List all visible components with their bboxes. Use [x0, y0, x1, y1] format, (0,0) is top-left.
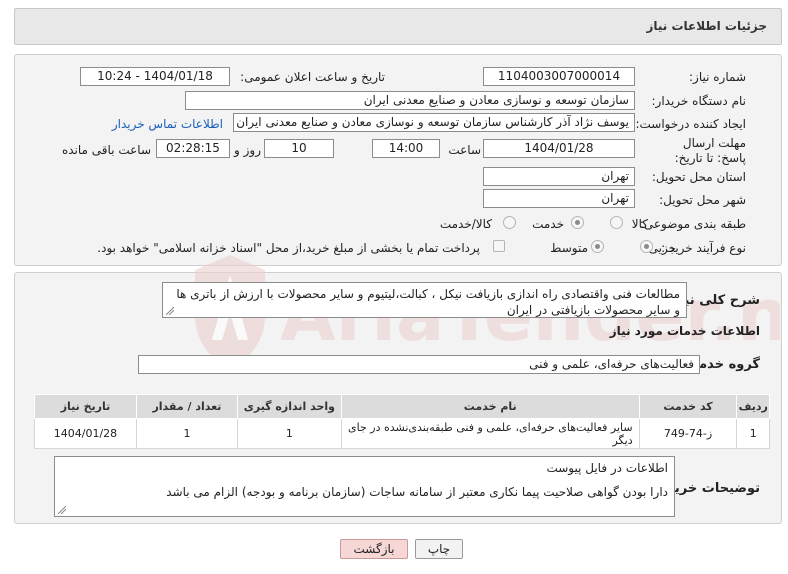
table-row: 1 ز-74-749 سایر فعالیت‌های حرفه‌ای، علمی… [34, 418, 770, 449]
resize-handle-icon[interactable] [166, 307, 174, 315]
province-label: استان محل تحویل: [651, 170, 746, 184]
announce-datetime-field: 1404/01/18 - 10:24 [80, 67, 230, 86]
process-option-medium-label: متوسط [550, 241, 588, 255]
days-field: 10 [264, 139, 334, 158]
category-option-service-radio[interactable] [571, 216, 584, 229]
category-label: طبقه بندی موضوعی: [639, 217, 746, 231]
deadline-time-label: ساعت [448, 143, 481, 157]
announce-label: تاریخ و ساعت اعلان عمومی: [240, 70, 385, 84]
city-label: شهر محل تحویل: [659, 193, 746, 207]
category-option-both-label: کالا/خدمت [439, 217, 492, 231]
service-group-field: فعالیت‌های حرفه‌ای، علمی و فنی [138, 355, 700, 374]
payment-note: پرداخت تمام یا بخشی از مبلغ خرید،از محل … [97, 241, 480, 255]
col-row: ردیف [736, 394, 770, 419]
treasury-payment-checkbox[interactable] [493, 240, 505, 252]
province-field: تهران [483, 167, 635, 186]
need-number-label: شماره نیاز: [689, 70, 746, 84]
col-code: کد خدمت [638, 394, 738, 419]
services-table: ردیف کد خدمت نام خدمت واحد اندازه گیری ت… [34, 394, 770, 449]
page-title: جزئیات اطلاعات نیاز [646, 19, 767, 33]
cell-code: ز-74-749 [638, 418, 738, 449]
col-qty: تعداد / مقدار [135, 394, 238, 419]
category-option-both-radio[interactable] [503, 216, 516, 229]
buyer-contact-link[interactable]: اطلاعات تماس خریدار [112, 117, 223, 131]
services-section-title: اطلاعات خدمات مورد نیاز [609, 324, 760, 338]
cell-date: 1404/01/28 [34, 418, 137, 449]
description-textarea: مطالعات فنی واقتصادی راه اندازی بازیافت … [162, 282, 687, 318]
page-header: جزئیات اطلاعات نیاز [14, 8, 782, 45]
process-option-medium-radio[interactable] [591, 240, 604, 253]
buyer-org-label: نام دستگاه خریدار: [651, 94, 747, 108]
buyer-notes-line-1: اطلاعات در فایل پیوست [546, 461, 668, 475]
col-unit: واحد اندازه گیری [236, 394, 342, 419]
print-button[interactable]: چاپ [415, 539, 463, 559]
col-name: نام خدمت [340, 394, 640, 419]
category-option-service-label: خدمت [532, 217, 564, 231]
description-text: مطالعات فنی واقتصادی راه اندازی بازیافت … [176, 287, 680, 317]
remaining-time-field: 02:28:15 [156, 139, 230, 158]
deadline-label: مهلت ارسال پاسخ: تا تاریخ: [674, 136, 746, 165]
cell-row: 1 [736, 418, 770, 449]
category-option-goods-radio[interactable] [610, 216, 623, 229]
requester-label: ایجاد کننده درخواست: [635, 117, 746, 131]
services-table-header: ردیف کد خدمت نام خدمت واحد اندازه گیری ت… [34, 394, 770, 419]
process-option-minor-radio[interactable] [640, 240, 653, 253]
buyer-notes-textarea: اطلاعات در فایل پیوست دارا بودن گواهی صل… [54, 456, 675, 517]
buyer-notes-line-2: دارا بودن گواهی صلاحیت پیما نکاری معتبر … [166, 485, 668, 499]
deadline-time-field: 14:00 [372, 139, 440, 158]
cell-qty: 1 [135, 418, 238, 449]
city-field: تهران [483, 189, 635, 208]
col-date: تاریخ نیاز [34, 394, 137, 419]
cell-name: سایر فعالیت‌های حرفه‌ای، علمی و فنی طبقه… [340, 418, 640, 449]
deadline-date-field: 1404/01/28 [483, 139, 635, 158]
back-button[interactable]: بازگشت [340, 539, 408, 559]
category-option-goods-label: کالا [631, 217, 648, 231]
days-label: روز و [234, 143, 261, 157]
resize-handle-icon[interactable] [58, 506, 66, 514]
need-number-field: 1104003007000014 [483, 67, 635, 86]
buyer-org-field: سازمان توسعه و نوسازی معادن و صنایع معدن… [185, 91, 635, 110]
cell-unit: 1 [236, 418, 342, 449]
requester-field: یوسف نژاد آذر کارشناس سازمان توسعه و نوس… [233, 113, 635, 132]
remaining-label: ساعت باقی مانده [61, 143, 151, 157]
